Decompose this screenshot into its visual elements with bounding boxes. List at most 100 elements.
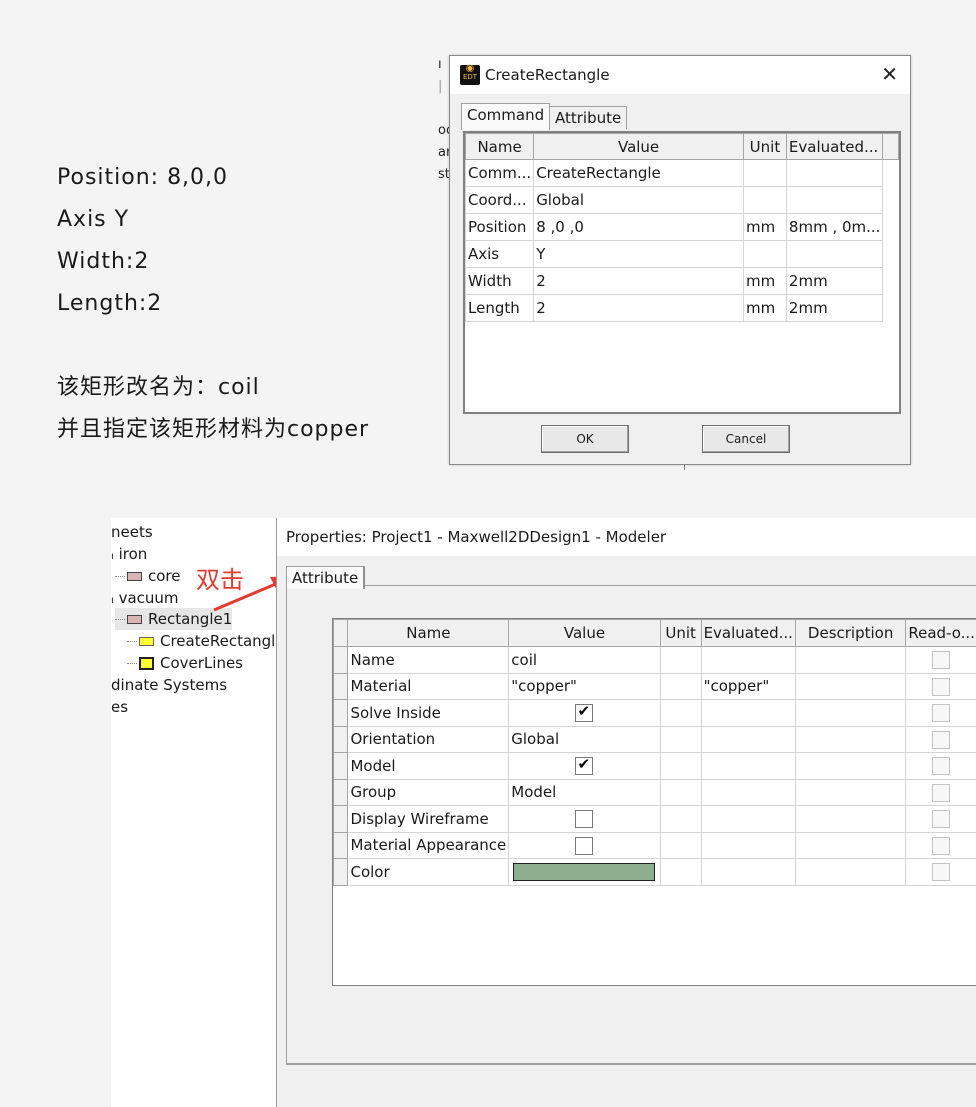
checkbox[interactable]: [575, 836, 594, 855]
column-header[interactable]: Unit: [742, 133, 787, 160]
ok-button[interactable]: OK: [541, 425, 629, 453]
tree-item-cover-lines[interactable]: CoverLines: [127, 652, 243, 674]
property-value-checkbox[interactable]: [508, 699, 661, 727]
command-row[interactable]: Comm... CreateRectangle: [465, 159, 899, 187]
tree-item-create-rectangle[interactable]: CreateRectangle: [127, 630, 277, 652]
property-row[interactable]: Display Wireframe: [333, 805, 976, 833]
property-name: Group: [347, 778, 510, 806]
tab-attribute[interactable]: Attribute: [286, 566, 366, 589]
property-row[interactable]: Color: [333, 858, 976, 886]
property-value-checkbox[interactable]: [508, 831, 661, 859]
column-header[interactable]: Name: [465, 133, 535, 160]
note-rename: 该矩形改名为：coil: [57, 375, 260, 400]
property-value[interactable]: Global: [508, 725, 661, 753]
property-value-checkbox[interactable]: [508, 805, 661, 833]
row-value[interactable]: Y: [533, 240, 744, 268]
property-name: Orientation: [347, 725, 510, 753]
row-selector[interactable]: [333, 778, 349, 806]
tree-item[interactable]: ı iron: [111, 543, 147, 565]
readonly-checkbox: [932, 651, 951, 669]
row-value[interactable]: 2: [533, 294, 744, 322]
property-description[interactable]: [794, 646, 907, 674]
checkbox[interactable]: [575, 755, 594, 775]
tree-item-rectangle1[interactable]: Rectangle1: [115, 608, 233, 630]
property-row[interactable]: Solve Inside: [333, 699, 976, 727]
column-header[interactable]: Read-o...: [905, 619, 976, 647]
property-value-checkbox[interactable]: [508, 752, 661, 780]
tab-command[interactable]: Command: [461, 103, 551, 130]
property-name: Display Wireframe: [347, 805, 510, 833]
property-row[interactable]: Material Appearance: [333, 831, 976, 859]
property-unit: [659, 699, 702, 727]
create-rectangle-dialog: ◉ EDT CreateRectangle ✕ Command Attribute…: [449, 55, 911, 465]
tree-item[interactable]: dinate Systems: [111, 674, 227, 696]
row-value[interactable]: CreateRectangle: [533, 159, 744, 187]
command-grid: Name Value Unit Evaluated... Comm... Crea…: [463, 131, 901, 414]
color-swatch[interactable]: [513, 863, 656, 881]
properties-window: Properties: Project1 - Maxwell2DDesign1 …: [276, 518, 976, 1107]
checkbox[interactable]: [575, 810, 594, 828]
readonly-checkbox: [932, 730, 951, 749]
property-description[interactable]: [794, 858, 907, 886]
command-row[interactable]: Coord... Global: [465, 186, 899, 214]
row-selector[interactable]: [333, 672, 349, 700]
property-row[interactable]: Orientation Global: [333, 725, 976, 753]
row-name: Width: [465, 267, 535, 295]
command-row[interactable]: Axis Y: [465, 240, 899, 268]
property-name: Model: [347, 752, 510, 780]
command-table: Name Value Unit Evaluated... Comm... Crea…: [465, 133, 899, 322]
property-row[interactable]: Group Model: [333, 778, 976, 806]
row-selector[interactable]: [333, 831, 349, 859]
property-row[interactable]: Model: [333, 752, 976, 780]
command-row[interactable]: Position 8 ,0 ,0 mm 8mm , 0m...: [465, 213, 899, 241]
column-header[interactable]: Description: [794, 619, 907, 647]
cancel-button[interactable]: Cancel: [702, 425, 790, 453]
row-value[interactable]: 8 ,0 ,0: [533, 213, 744, 241]
property-row[interactable]: Name coil: [333, 646, 976, 674]
property-description[interactable]: [794, 778, 907, 806]
property-description[interactable]: [794, 805, 907, 833]
property-description[interactable]: [794, 699, 907, 727]
column-header[interactable]: Evaluated...: [785, 133, 884, 160]
row-value[interactable]: 2: [533, 267, 744, 295]
row-selector[interactable]: [333, 805, 349, 833]
property-unit: [659, 672, 702, 700]
command-row[interactable]: Width 2 mm 2mm: [465, 267, 899, 295]
column-header[interactable]: Name: [347, 619, 510, 647]
property-readonly: [905, 831, 976, 859]
property-description[interactable]: [794, 672, 907, 700]
property-value[interactable]: Model: [508, 778, 661, 806]
close-icon[interactable]: ✕: [881, 62, 898, 86]
row-selector[interactable]: [333, 725, 349, 753]
tab-attribute[interactable]: Attribute: [549, 106, 628, 129]
tree-item[interactable]: neets: [111, 521, 153, 543]
column-header[interactable]: Value: [533, 133, 744, 160]
property-evaluated: [700, 805, 796, 833]
property-row[interactable]: Material "copper" "copper": [333, 672, 976, 700]
column-header[interactable]: Value: [508, 619, 661, 647]
column-header[interactable]: Evaluated...: [700, 619, 796, 647]
row-value[interactable]: Global: [533, 186, 744, 214]
property-description[interactable]: [794, 725, 907, 753]
row-selector[interactable]: [333, 752, 349, 780]
tree-item[interactable]: ı vacuum: [111, 587, 179, 609]
tree-item[interactable]: es: [111, 696, 128, 718]
property-value[interactable]: "copper": [508, 672, 661, 700]
property-value[interactable]: coil: [508, 646, 661, 674]
dialog-title: CreateRectangle: [485, 66, 610, 84]
property-description[interactable]: [794, 831, 907, 859]
property-value-color[interactable]: [508, 858, 661, 886]
row-selector[interactable]: [333, 699, 349, 727]
row-selector[interactable]: [333, 858, 349, 886]
row-selector[interactable]: [333, 646, 349, 674]
command-icon: [139, 637, 154, 646]
bg-fragment: ı: [438, 57, 442, 72]
dialog-titlebar: ◉ EDT CreateRectangle ✕: [450, 56, 910, 94]
property-description[interactable]: [794, 752, 907, 780]
checkbox[interactable]: [575, 702, 594, 722]
row-unit: mm: [742, 213, 787, 241]
command-row[interactable]: Length 2 mm 2mm: [465, 294, 899, 322]
tree-item-core[interactable]: core: [115, 565, 181, 587]
column-header[interactable]: Unit: [659, 619, 702, 647]
property-name: Color: [347, 858, 510, 886]
